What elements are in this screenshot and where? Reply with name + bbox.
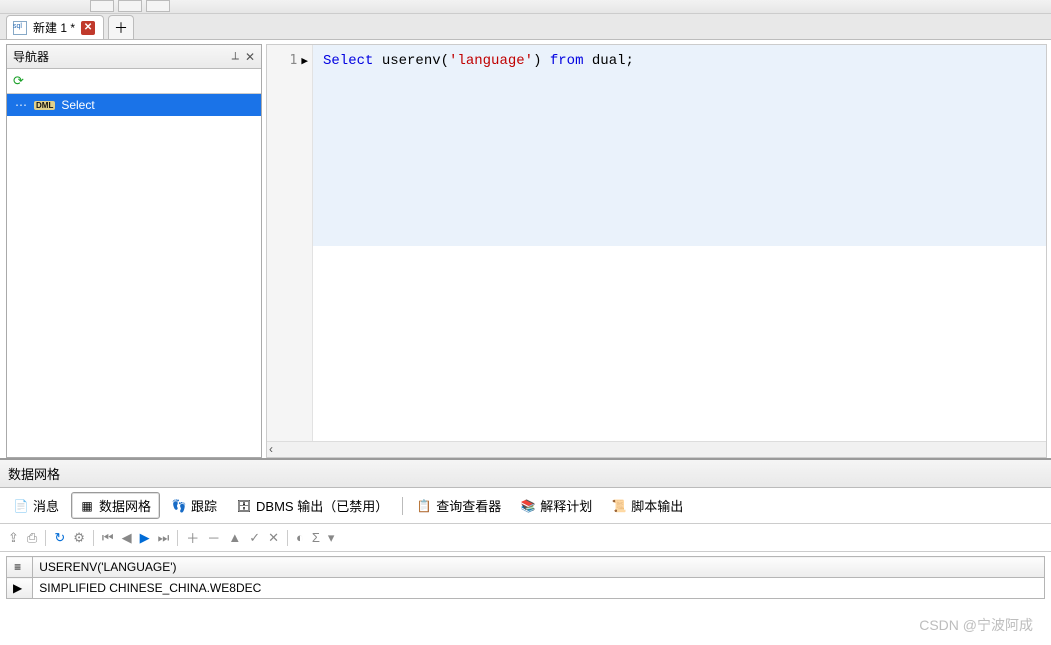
add-row-icon[interactable]: ＋ xyxy=(186,528,199,547)
refresh-icon[interactable]: ⟳ xyxy=(13,73,24,88)
tab-dbms-output[interactable]: 🗄 DBMS 输出（已禁用） xyxy=(229,493,396,518)
cancel-icon[interactable]: ✕ xyxy=(268,530,279,546)
print-icon[interactable]: ⎙ xyxy=(27,530,37,546)
results-tabbar: 📄 消息 ▦ 数据网格 👣 跟踪 🗄 DBMS 输出（已禁用） 📋 查询查看器 … xyxy=(0,488,1051,524)
tab-script-output[interactable]: 📜 脚本输出 xyxy=(604,493,691,518)
dbms-icon: 🗄 xyxy=(237,499,251,513)
tab-explain-plan[interactable]: 📚 解释计划 xyxy=(513,493,600,518)
results-toolbar: ⇪ ⎙ ↻ ⚙ ⏮ ◀ ▶ ⏭ ＋ － ▲ ✓ ✕ ◐ Σ ▾ xyxy=(0,524,1051,552)
tab-label: 解释计划 xyxy=(540,496,592,515)
tab-label: 跟踪 xyxy=(191,496,217,515)
tab-query-viewer[interactable]: 📋 查询查看器 xyxy=(409,493,509,518)
navigator-title: 导航器 xyxy=(13,48,49,65)
navigator-toolbar: ⟳ xyxy=(7,69,261,94)
navigator-tree: ⋯ DML Select xyxy=(7,94,261,457)
dml-tag: DML xyxy=(34,101,55,110)
separator xyxy=(287,530,288,546)
tab-title: 新建 1 * xyxy=(33,19,75,36)
close-icon[interactable]: ✕ xyxy=(81,21,95,35)
refresh-data-icon[interactable]: ↻ xyxy=(54,530,65,546)
prev-record-icon[interactable]: ◀ xyxy=(122,530,132,546)
navigator-item-label: Select xyxy=(61,98,94,112)
results-panel: 数据网格 📄 消息 ▦ 数据网格 👣 跟踪 🗄 DBMS 输出（已禁用） 📋 查… xyxy=(0,458,1051,645)
tab-label: DBMS 输出（已禁用） xyxy=(256,496,388,515)
editor-viewport[interactable]: 1 ▶ Select userenv('language') from dual… xyxy=(267,45,1046,441)
document-tabbar: 新建 1 * ✕ ＋ xyxy=(0,14,1051,40)
explain-icon: 📚 xyxy=(521,499,535,513)
tree-expander-icon: ⋯ xyxy=(15,98,28,112)
play-icon[interactable]: ▶ xyxy=(140,530,150,546)
column-header[interactable]: USERENV('LANGUAGE') xyxy=(33,557,1045,578)
trace-icon: 👣 xyxy=(172,499,186,513)
tab-label: 脚本输出 xyxy=(631,496,683,515)
script-output-icon: 📜 xyxy=(612,499,626,513)
cell-value[interactable]: SIMPLIFIED CHINESE_CHINA.WE8DEC xyxy=(33,578,1045,599)
row-indicator-icon: ▶ xyxy=(7,578,33,599)
row-indicator-header[interactable]: ≡ xyxy=(7,557,33,578)
table-row[interactable]: ▶ SIMPLIFIED CHINESE_CHINA.WE8DEC xyxy=(7,578,1045,599)
separator xyxy=(45,530,46,546)
dropdown-arrow-icon[interactable]: ▾ xyxy=(328,530,335,546)
toolbar-button[interactable] xyxy=(146,0,170,12)
navigator-header: 导航器 ⟂ ✕ xyxy=(7,45,261,69)
first-record-icon[interactable]: ⏮ xyxy=(102,530,114,546)
sigma-icon[interactable]: Σ xyxy=(312,530,320,545)
separator xyxy=(93,530,94,546)
tab-label: 数据网格 xyxy=(99,496,151,515)
bookmark-icon[interactable]: ◐ xyxy=(296,530,304,545)
separator xyxy=(402,497,403,515)
editor-empty-area[interactable] xyxy=(313,246,1046,441)
code-line[interactable]: Select userenv('language') from dual; xyxy=(313,45,1046,246)
tab-data-grid[interactable]: ▦ 数据网格 xyxy=(71,492,160,519)
tab-messages[interactable]: 📄 消息 xyxy=(6,493,67,518)
editor-gutter: 1 ▶ xyxy=(267,45,313,441)
edit-row-icon[interactable]: ▲ xyxy=(228,530,241,545)
results-panel-title: 数据网格 xyxy=(0,460,1051,488)
tab-label: 消息 xyxy=(33,496,59,515)
tab-trace[interactable]: 👣 跟踪 xyxy=(164,493,225,518)
grid-icon: ▦ xyxy=(80,499,94,513)
separator xyxy=(177,530,178,546)
run-marker-icon[interactable]: ▶ xyxy=(301,51,308,71)
export-icon[interactable]: ⇪ xyxy=(8,530,19,546)
last-record-icon[interactable]: ⏭ xyxy=(158,530,170,546)
toolbar-button[interactable] xyxy=(118,0,142,12)
pin-icon[interactable]: ⟂ xyxy=(232,50,239,64)
sql-editor: 1 ▶ Select userenv('language') from dual… xyxy=(266,44,1047,458)
toolbar-button[interactable] xyxy=(90,0,114,12)
line-number: 1 xyxy=(290,51,298,71)
tab-add-button[interactable]: ＋ xyxy=(108,15,134,39)
navigator-item-select[interactable]: ⋯ DML Select xyxy=(7,94,261,116)
editor-horizontal-scrollbar[interactable]: ‹ xyxy=(267,441,1046,457)
tab-label: 查询查看器 xyxy=(436,496,501,515)
navigator-panel: 导航器 ⟂ ✕ ⟳ ⋯ DML Select xyxy=(6,44,262,458)
scroll-left-icon[interactable]: ‹ xyxy=(269,442,273,456)
filter-icon[interactable]: ⚙ xyxy=(73,530,85,546)
remove-row-icon[interactable]: － xyxy=(207,528,220,547)
tab-new-sql[interactable]: 新建 1 * ✕ xyxy=(6,15,104,39)
commit-icon[interactable]: ✓ xyxy=(249,530,260,546)
close-icon[interactable]: ✕ xyxy=(245,50,255,64)
result-grid: ≡ USERENV('LANGUAGE') ▶ SIMPLIFIED CHINE… xyxy=(6,556,1045,599)
query-viewer-icon: 📋 xyxy=(417,499,431,513)
sql-file-icon xyxy=(13,21,27,35)
top-toolbar xyxy=(0,0,1051,14)
main-area: 导航器 ⟂ ✕ ⟳ ⋯ DML Select 1 ▶ xyxy=(0,40,1051,458)
messages-icon: 📄 xyxy=(14,499,28,513)
